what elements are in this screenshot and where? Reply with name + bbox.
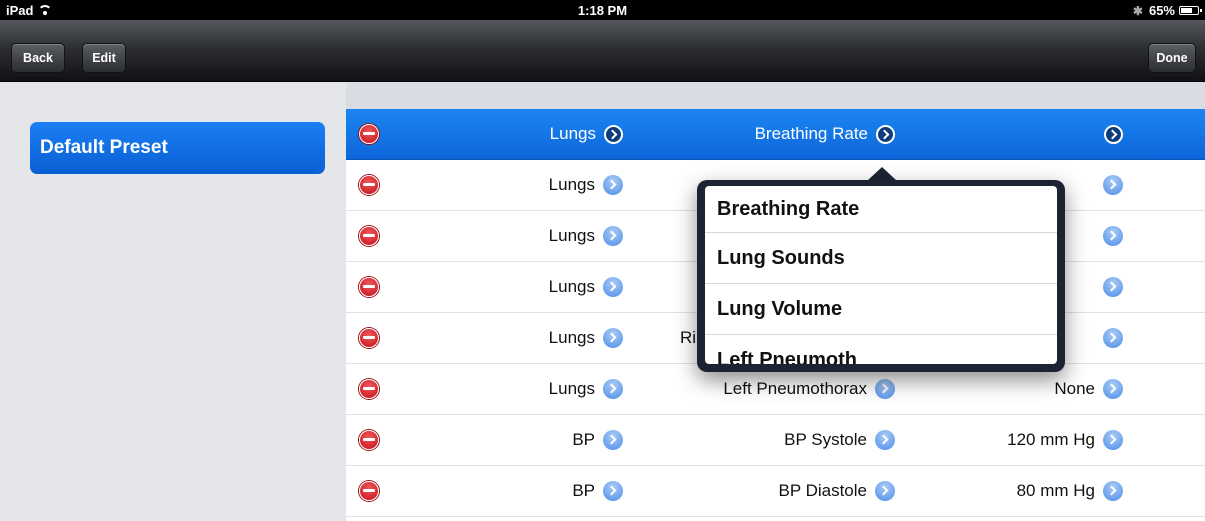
popover-option[interactable]: Breathing Rate	[705, 186, 1057, 233]
parameter-label: Ri	[680, 328, 697, 347]
parameter-label: Left Pneumothorax	[723, 379, 867, 398]
popover-option-list[interactable]: Breathing Rate Lung Sounds Lung Volume L…	[705, 186, 1057, 364]
system-label: Lungs	[549, 124, 596, 143]
disclosure-icon[interactable]	[603, 175, 623, 195]
parameter-label: Breathing Rate	[754, 124, 868, 143]
battery-percent: 65%	[1148, 3, 1175, 18]
disclosure-icon[interactable]	[875, 379, 895, 399]
disclosure-icon[interactable]	[1103, 175, 1123, 195]
popover-option[interactable]: Left Pneumoth	[705, 335, 1057, 365]
battery-icon	[1179, 6, 1202, 15]
back-button[interactable]: Back	[11, 43, 65, 73]
disclosure-icon[interactable]	[603, 379, 623, 399]
disclosure-icon[interactable]	[1103, 481, 1123, 501]
disclosure-icon[interactable]	[875, 481, 895, 501]
value-label: 120 mm Hg	[1007, 430, 1095, 449]
delete-icon[interactable]	[359, 124, 379, 144]
disclosure-icon[interactable]	[1103, 226, 1123, 246]
system-label: Lungs	[548, 379, 595, 398]
bluetooth-icon: ✱	[1132, 3, 1143, 18]
disclosure-icon[interactable]	[603, 277, 623, 297]
preset-item-default[interactable]: Default Preset	[30, 122, 325, 174]
table-row[interactable]: BP BP Diastole 80 mm Hg	[346, 466, 1205, 517]
disclosure-icon[interactable]	[1103, 328, 1123, 348]
system-label: BP	[572, 481, 595, 500]
status-bar: iPad 1:18 PM ✱ 65%	[0, 0, 1205, 20]
system-label: BP	[572, 430, 595, 449]
navigation-bar: Back Edit Done	[0, 20, 1205, 82]
popover-option[interactable]: Lung Volume	[705, 284, 1057, 335]
disclosure-icon[interactable]	[1103, 430, 1123, 450]
disclosure-icon[interactable]	[603, 226, 623, 246]
disclosure-icon[interactable]	[603, 328, 623, 348]
system-label: Lungs	[548, 175, 595, 194]
disclosure-icon[interactable]	[1103, 277, 1123, 297]
table-row[interactable]: Lungs Breathing Rate	[346, 109, 1205, 160]
parameter-label: BP Systole	[784, 430, 867, 449]
preset-sidebar: Default Preset	[0, 82, 346, 521]
disclosure-icon[interactable]	[603, 430, 623, 450]
system-label: Lungs	[548, 328, 595, 347]
disclosure-icon[interactable]	[1104, 124, 1123, 144]
system-label: Lungs	[548, 226, 595, 245]
value-label: 80 mm Hg	[1016, 481, 1095, 500]
delete-icon[interactable]	[359, 328, 379, 348]
disclosure-icon[interactable]	[1103, 379, 1123, 399]
popover-arrow	[867, 167, 897, 181]
disclosure-icon[interactable]	[875, 430, 895, 450]
edit-button[interactable]: Edit	[82, 43, 126, 73]
popover-option[interactable]: Lung Sounds	[705, 233, 1057, 284]
parameter-popover: Breathing Rate Lung Sounds Lung Volume L…	[697, 180, 1065, 372]
table-row[interactable]: BP BP Systole 120 mm Hg	[346, 415, 1205, 466]
delete-icon[interactable]	[359, 277, 379, 297]
parameter-label: BP Diastole	[778, 481, 867, 500]
delete-icon[interactable]	[359, 481, 379, 501]
delete-icon[interactable]	[359, 379, 379, 399]
delete-icon[interactable]	[359, 430, 379, 450]
system-label: Lungs	[548, 277, 595, 296]
status-time: 1:18 PM	[577, 3, 628, 18]
delete-icon[interactable]	[359, 226, 379, 246]
disclosure-icon[interactable]	[876, 124, 895, 144]
value-label: None	[1054, 379, 1095, 398]
disclosure-icon[interactable]	[604, 124, 623, 144]
disclosure-icon[interactable]	[603, 481, 623, 501]
delete-icon[interactable]	[359, 175, 379, 195]
done-button[interactable]: Done	[1148, 43, 1196, 73]
